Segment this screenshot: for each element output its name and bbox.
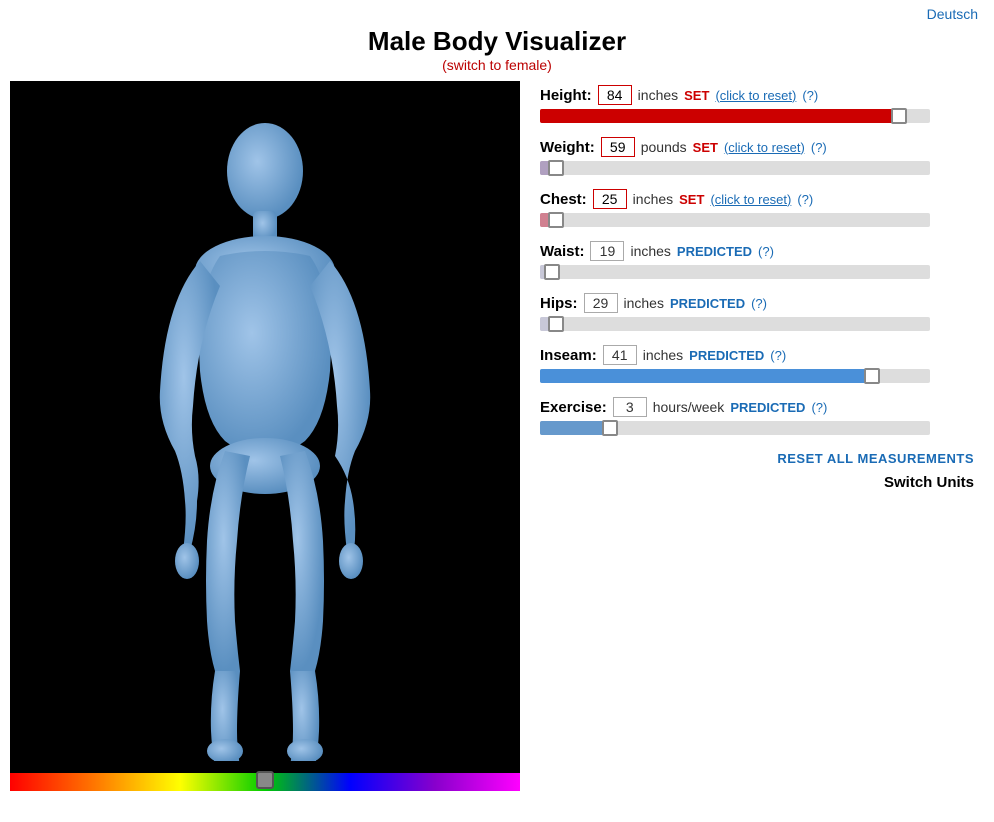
measurement-label-line-inseam: Inseam: 41 inches PREDICTED (?)	[540, 345, 984, 365]
measurement-help-waist[interactable]: (?)	[758, 244, 774, 259]
measurement-label-line-waist: Waist: 19 inches PREDICTED (?)	[540, 241, 984, 261]
slider-track-height[interactable]	[540, 109, 930, 123]
page-title: Male Body Visualizer	[0, 26, 994, 57]
measurement-label-height: Height:	[540, 87, 592, 104]
measurement-status-exercise: PREDICTED	[730, 400, 805, 415]
measurement-label-line-height: Height: 84 inches SET (click to reset) (?)	[540, 85, 984, 105]
measurement-unit-waist: inches	[630, 243, 670, 259]
measurement-row-inseam: Inseam: 41 inches PREDICTED (?)	[540, 345, 984, 383]
reset-all-button[interactable]: RESET ALL MEASUREMENTS	[777, 451, 974, 466]
measurement-row-exercise: Exercise: 3 hours/week PREDICTED (?)	[540, 397, 984, 435]
measurement-unit-inseam: inches	[643, 347, 683, 363]
measurement-unit-hips: inches	[624, 295, 664, 311]
measurement-value-height[interactable]: 84	[598, 85, 632, 105]
measurement-reset-height[interactable]: (click to reset)	[715, 88, 796, 103]
slider-thumb-weight[interactable]	[548, 160, 564, 176]
slider-track-waist[interactable]	[540, 265, 930, 279]
measurement-status-inseam: PREDICTED	[689, 348, 764, 363]
slider-thumb-exercise[interactable]	[602, 420, 618, 436]
measurement-status-waist: PREDICTED	[677, 244, 752, 259]
slider-fill-height	[540, 109, 899, 123]
measurement-label-line-exercise: Exercise: 3 hours/week PREDICTED (?)	[540, 397, 984, 417]
measurement-status-height: SET	[684, 88, 709, 103]
slider-fill-exercise	[540, 421, 610, 435]
view-slider-thumb[interactable]	[256, 771, 274, 789]
measurement-value-weight[interactable]: 59	[601, 137, 635, 157]
measurement-label-line-hips: Hips: 29 inches PREDICTED (?)	[540, 293, 984, 313]
measurement-reset-weight[interactable]: (click to reset)	[724, 140, 805, 155]
measurement-value-chest[interactable]: 25	[593, 189, 627, 209]
measurement-help-hips[interactable]: (?)	[751, 296, 767, 311]
body-svg	[125, 111, 405, 761]
measurement-help-chest[interactable]: (?)	[797, 192, 813, 207]
measurement-row-chest: Chest: 25 inches SET (click to reset) (?)	[540, 189, 984, 227]
measurement-label-exercise: Exercise:	[540, 399, 607, 416]
measurement-help-height[interactable]: (?)	[802, 88, 818, 103]
measurement-label-line-chest: Chest: 25 inches SET (click to reset) (?)	[540, 189, 984, 209]
measurement-unit-weight: pounds	[641, 139, 687, 155]
measurement-value-exercise[interactable]: 3	[613, 397, 647, 417]
slider-track-exercise[interactable]	[540, 421, 930, 435]
measurement-row-hips: Hips: 29 inches PREDICTED (?)	[540, 293, 984, 331]
measurement-row-height: Height: 84 inches SET (click to reset) (?)	[540, 85, 984, 123]
measurement-unit-height: inches	[638, 87, 678, 103]
slider-track-hips[interactable]	[540, 317, 930, 331]
measurement-row-weight: Weight: 59 pounds SET (click to reset) (?)	[540, 137, 984, 175]
measurement-help-weight[interactable]: (?)	[811, 140, 827, 155]
measurement-value-inseam[interactable]: 41	[603, 345, 637, 365]
measurement-status-weight: SET	[693, 140, 718, 155]
measurement-label-waist: Waist:	[540, 243, 584, 260]
measurement-help-inseam[interactable]: (?)	[770, 348, 786, 363]
slider-thumb-height[interactable]	[891, 108, 907, 124]
measurement-label-chest: Chest:	[540, 191, 587, 208]
slider-track-weight[interactable]	[540, 161, 930, 175]
slider-thumb-chest[interactable]	[548, 212, 564, 228]
measurement-unit-chest: inches	[633, 191, 673, 207]
switch-gender-link[interactable]: (switch to female)	[442, 57, 552, 73]
slider-thumb-waist[interactable]	[544, 264, 560, 280]
left-panel	[10, 81, 520, 791]
measurement-status-chest: SET	[679, 192, 704, 207]
slider-thumb-inseam[interactable]	[864, 368, 880, 384]
measurement-label-inseam: Inseam:	[540, 347, 597, 364]
body-image	[10, 81, 520, 791]
slider-thumb-hips[interactable]	[548, 316, 564, 332]
measurement-status-hips: PREDICTED	[670, 296, 745, 311]
measurement-unit-exercise: hours/week	[653, 399, 725, 415]
language-link[interactable]: Deutsch	[927, 6, 978, 22]
slider-track-inseam[interactable]	[540, 369, 930, 383]
slider-fill-inseam	[540, 369, 872, 383]
measurement-row-waist: Waist: 19 inches PREDICTED (?)	[540, 241, 984, 279]
measurement-value-hips[interactable]: 29	[584, 293, 618, 313]
measurement-label-weight: Weight:	[540, 139, 595, 156]
measurement-help-exercise[interactable]: (?)	[811, 400, 827, 415]
bottom-actions: RESET ALL MEASUREMENTS Switch Units	[540, 451, 984, 491]
switch-units-button[interactable]: Switch Units	[884, 474, 974, 491]
right-panel: Height:84inchesSET(click to reset)(?)Wei…	[540, 81, 984, 791]
measurement-label-hips: Hips:	[540, 295, 578, 312]
slider-track-chest[interactable]	[540, 213, 930, 227]
measurement-value-waist[interactable]: 19	[590, 241, 624, 261]
measurement-label-line-weight: Weight: 59 pounds SET (click to reset) (?)	[540, 137, 984, 157]
measurement-reset-chest[interactable]: (click to reset)	[710, 192, 791, 207]
